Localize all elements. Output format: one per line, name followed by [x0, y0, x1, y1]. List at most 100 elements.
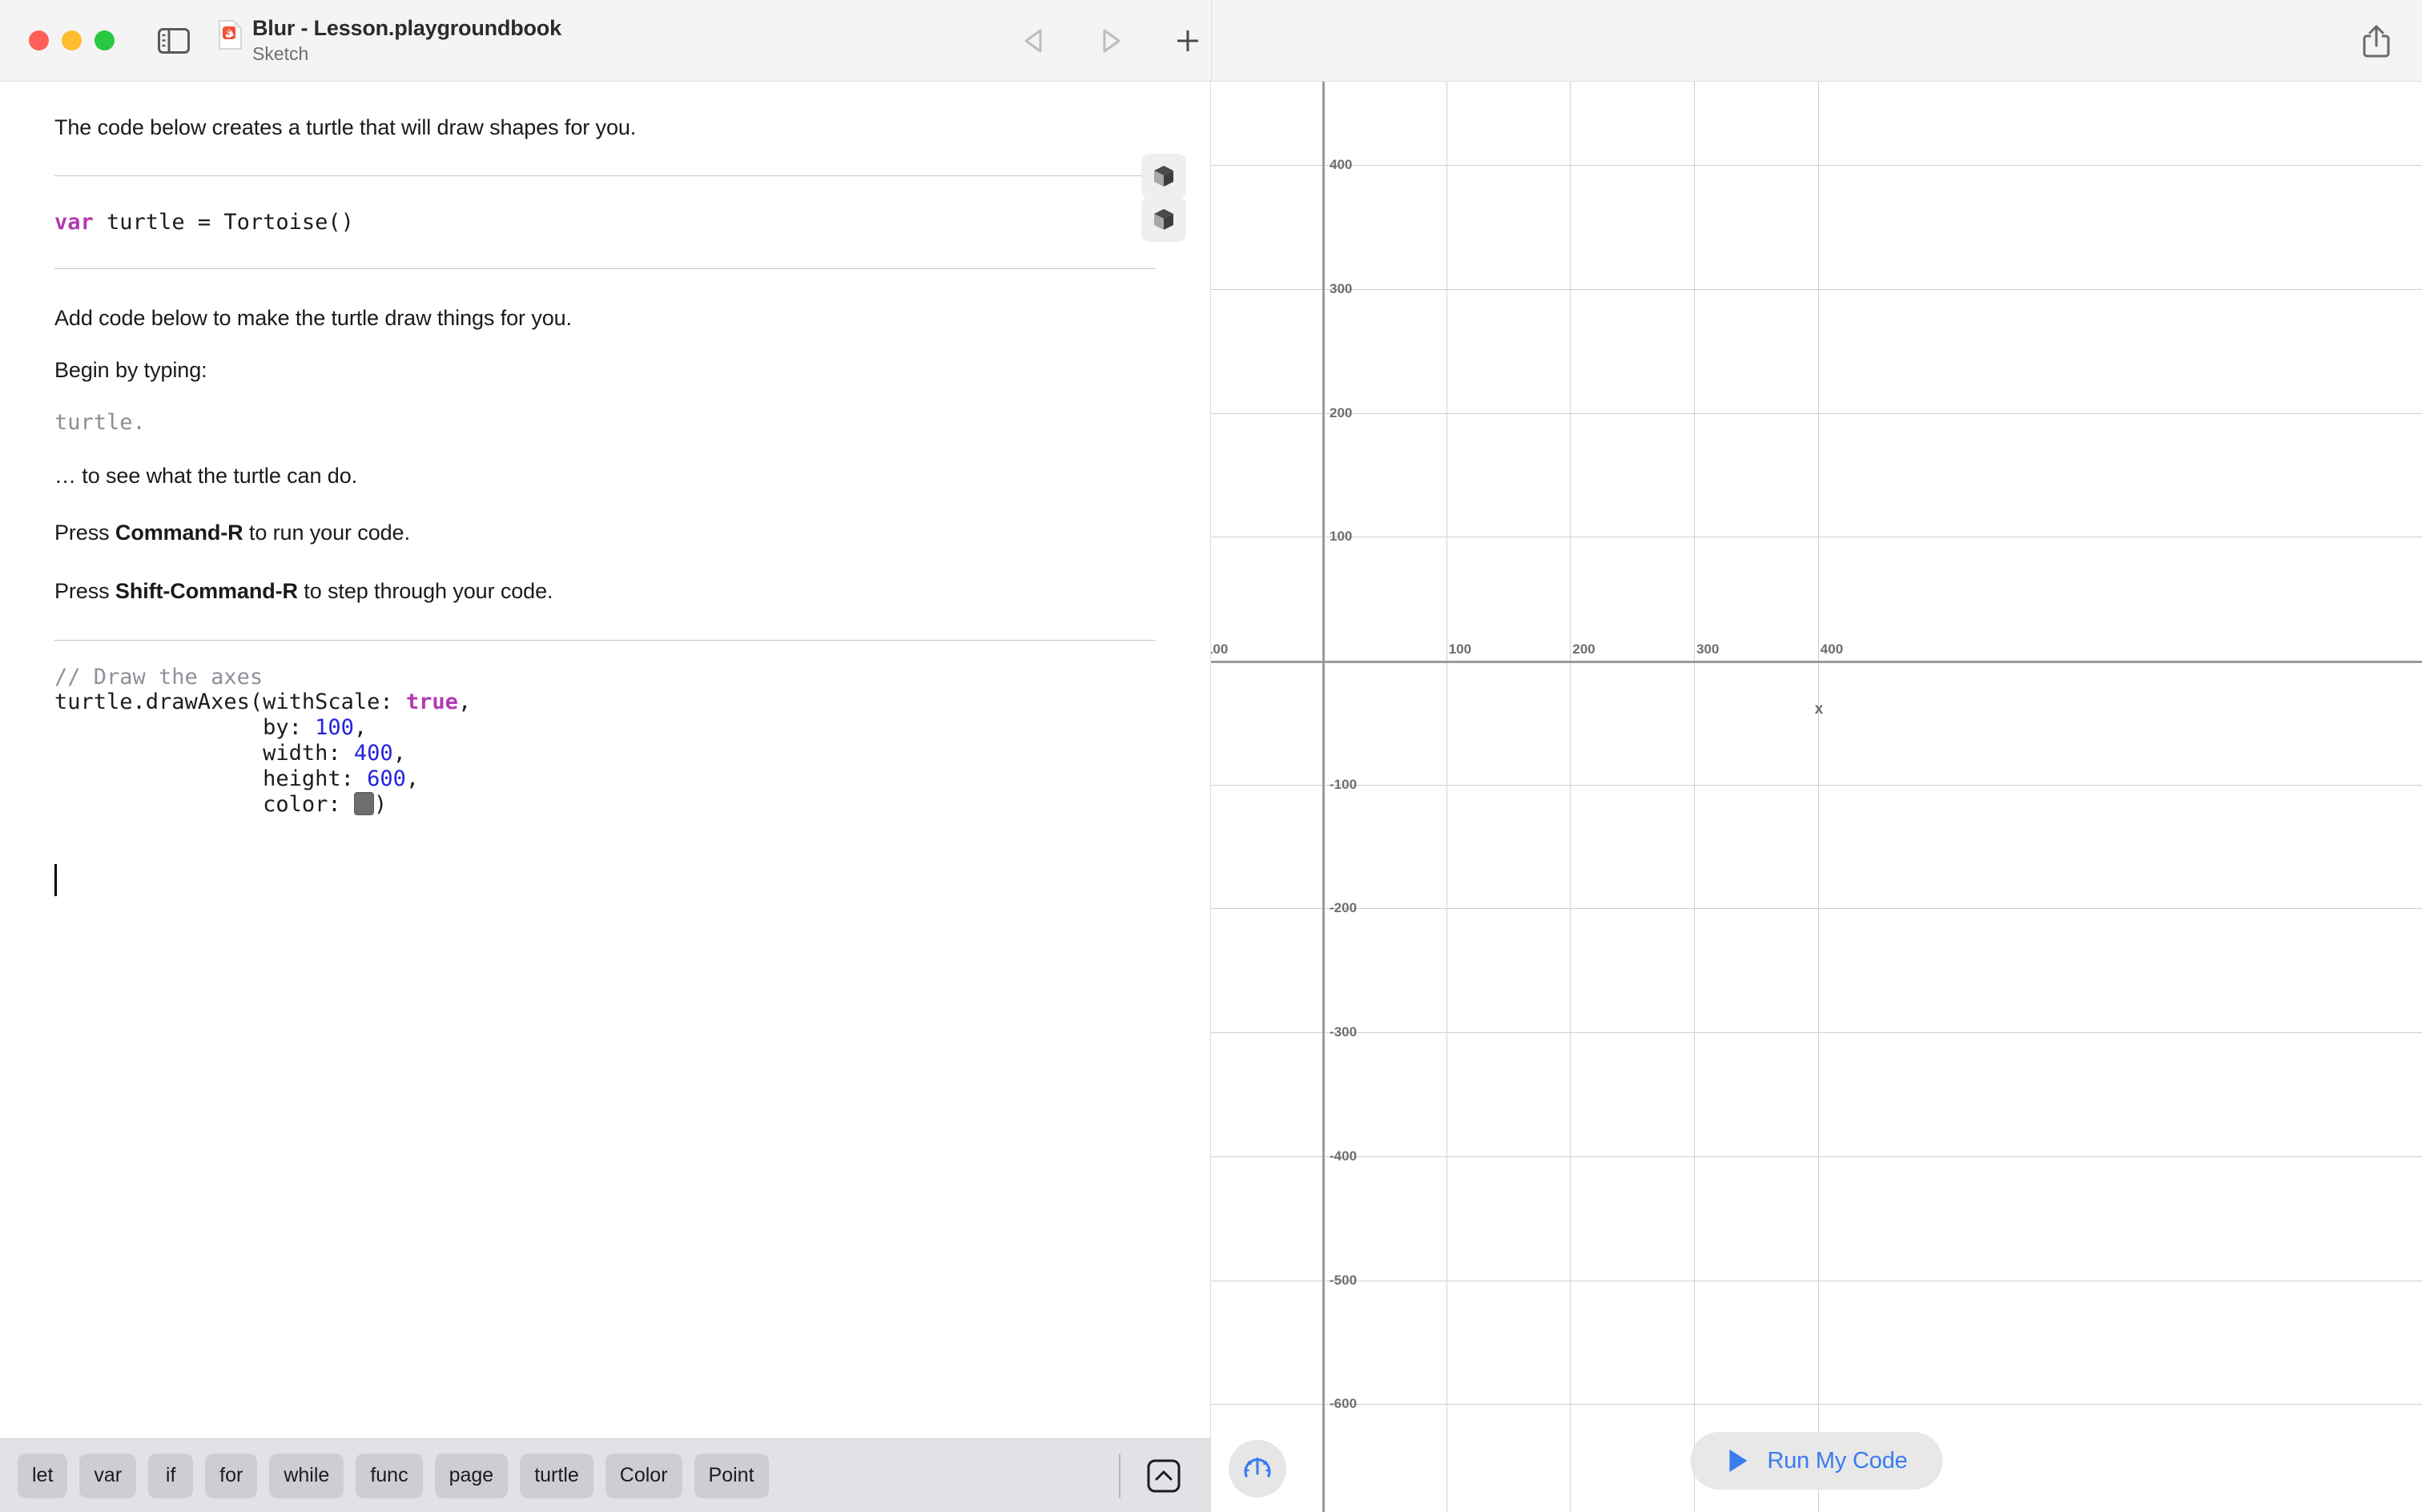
forward-button[interactable] [1090, 20, 1132, 62]
code-rest: turtle = Tortoise() [94, 210, 354, 235]
begin-typing-paragraph: Begin by typing: [0, 356, 1210, 384]
code-block-draw-axes[interactable]: // Draw the axes turtle.drawAxes(withSca… [0, 641, 1210, 896]
document-subtitle: Sketch [252, 44, 561, 65]
chip-for[interactable]: for [205, 1454, 257, 1498]
x-tick-label: -100 [1211, 641, 1228, 657]
title-bar: Blur - Lesson.playgroundbook Sketch [0, 0, 2422, 82]
code-line-drawaxes-1: turtle.drawAxes(withScale: true, [54, 690, 1156, 715]
gridline-horizontal [1211, 1404, 2422, 1405]
code-block-declaration[interactable]: var turtle = Tortoise() [0, 176, 1210, 268]
x-tick-label: 400 [1821, 641, 1843, 657]
plus-icon [1174, 27, 1201, 54]
chip-point[interactable]: Point [694, 1454, 769, 1498]
divider-bottom-1 [54, 268, 1156, 269]
run-my-code-button[interactable]: Run My Code [1690, 1432, 1942, 1490]
zoom-button[interactable] [95, 30, 115, 50]
gridline-horizontal [1211, 289, 2422, 290]
share-icon [2361, 23, 2392, 58]
x-tick-label: 200 [1572, 641, 1595, 657]
traffic-lights [29, 30, 115, 50]
run-my-code-label: Run My Code [1767, 1448, 1907, 1474]
keyword-var: var [54, 210, 94, 235]
cube-icon [1150, 163, 1177, 190]
by-label: by: [54, 715, 315, 740]
code-line-width: width: 400, [54, 741, 1156, 766]
code-caret-line[interactable] [54, 864, 1156, 896]
chip-page[interactable]: page [435, 1454, 509, 1498]
gridline-horizontal [1211, 785, 2422, 786]
close-button[interactable] [29, 30, 49, 50]
y-tick-label: -300 [1330, 1024, 1357, 1040]
code-line-height: height: 600, [54, 766, 1156, 792]
hide-keyboard-button[interactable] [1141, 1454, 1186, 1498]
chevron-right-triangle-icon [1098, 27, 1124, 54]
chip-while[interactable]: while [269, 1454, 344, 1498]
gridline-horizontal [1211, 165, 2422, 166]
by-value: 100 [315, 715, 354, 740]
step-instruction-paragraph: Press Shift-Command-R to step through yo… [0, 577, 1210, 605]
y-tick-label: 200 [1330, 405, 1352, 421]
height-label: height: [54, 766, 367, 791]
width-value: 400 [354, 741, 393, 766]
chip-func[interactable]: func [356, 1454, 422, 1498]
y-tick-label: 400 [1330, 157, 1352, 173]
color-label: color: [54, 792, 354, 817]
run-shortcut-key: Command-R [115, 521, 243, 545]
y-tick-label: -500 [1330, 1273, 1357, 1289]
y-axis [1322, 82, 1325, 1512]
show-result-button-2[interactable] [1141, 154, 1186, 199]
chip-turtle[interactable]: turtle [520, 1454, 593, 1498]
share-button[interactable] [2361, 0, 2392, 82]
drawaxes-call: turtle.drawAxes(withScale: [54, 690, 406, 714]
x-axis [1211, 661, 2422, 663]
y-tick-label: -600 [1330, 1396, 1357, 1412]
execution-speed-button[interactable] [1229, 1440, 1286, 1498]
step-suffix: to step through your code. [298, 579, 553, 603]
run-instruction-paragraph: Press Command-R to run your code. [0, 519, 1210, 547]
keyword-true: true [406, 690, 458, 714]
comma-1: , [458, 690, 471, 714]
text-cursor [54, 864, 57, 896]
coordinate-grid [1211, 82, 2422, 1512]
shortcut-bar-separator [1119, 1454, 1120, 1498]
chevron-up-key-icon [1146, 1458, 1181, 1494]
document-title: Blur - Lesson.playgroundbook [252, 16, 561, 40]
code-line-by: by: 100, [54, 715, 1156, 741]
add-page-button[interactable] [1167, 20, 1209, 62]
chip-color[interactable]: Color [606, 1454, 682, 1498]
comma-4: , [406, 766, 419, 791]
gridline-horizontal [1211, 413, 2422, 414]
sidebar-toggle-button[interactable] [156, 23, 191, 58]
titlebar-divider [1211, 0, 1212, 82]
gridline-horizontal [1211, 1156, 2422, 1157]
x-axis-name-label: x [1815, 701, 1824, 718]
cube-icon [1150, 206, 1177, 233]
minimize-button[interactable] [62, 30, 82, 50]
hint-code-snippet: turtle. [0, 412, 1210, 433]
gridline-vertical [1694, 82, 1695, 1512]
height-value: 600 [367, 766, 406, 791]
play-icon [1725, 1447, 1751, 1474]
main-split: The code below creates a turtle that wil… [0, 82, 2422, 1512]
add-code-paragraph: Add code below to make the turtle draw t… [0, 304, 1210, 332]
gridline-vertical [1818, 82, 1819, 1512]
gridline-vertical [1570, 82, 1571, 1512]
back-button[interactable] [1013, 20, 1055, 62]
show-result-button-1[interactable] [1141, 197, 1186, 242]
y-tick-label: 300 [1330, 281, 1352, 297]
editor-scroll-area[interactable]: The code below creates a turtle that wil… [0, 82, 1210, 1438]
comma-2: , [354, 715, 367, 740]
step-prefix: Press [54, 579, 115, 603]
code-comment-draw-axes: // Draw the axes [54, 665, 1156, 690]
chip-var[interactable]: var [79, 1454, 136, 1498]
chip-let[interactable]: let [18, 1454, 67, 1498]
keyword-shortcut-bar: let var if for while func page turtle Co… [0, 1438, 1210, 1512]
y-tick-label: -100 [1330, 777, 1357, 793]
gridline-horizontal [1211, 1032, 2422, 1033]
live-view-pane: -400-300-200-100100200300400500400300200… [1211, 82, 2422, 1512]
document-identity: Blur - Lesson.playgroundbook Sketch [219, 16, 561, 65]
intro-paragraph: The code below creates a turtle that wil… [0, 114, 1210, 142]
color-swatch[interactable] [354, 792, 374, 815]
chip-if[interactable]: if [148, 1454, 193, 1498]
playgrounds-window: Blur - Lesson.playgroundbook Sketch [0, 0, 2422, 1512]
